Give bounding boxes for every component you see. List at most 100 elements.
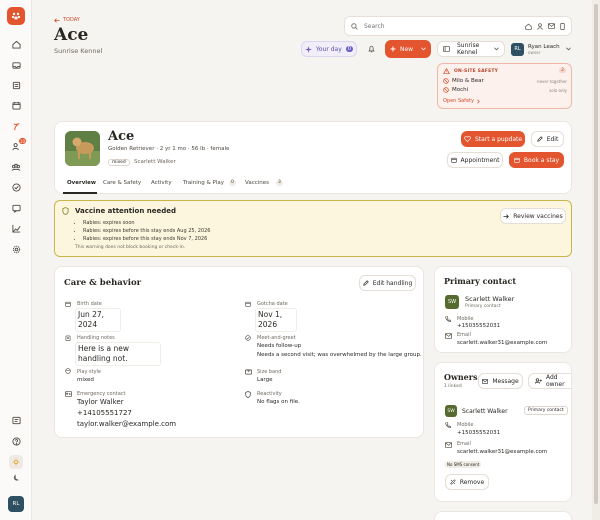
sidebar-item-help[interactable] — [9, 434, 23, 448]
sidebar-item-list[interactable] — [9, 78, 23, 92]
mail-icon — [445, 442, 452, 448]
sidebar-item-checks[interactable] — [9, 180, 23, 194]
vaccine-alert-title: Vaccine attention needed — [75, 207, 176, 215]
message-label: Message — [492, 377, 519, 385]
start-pupdate-label: Start a pupdate — [474, 135, 523, 143]
primary-email[interactable]: scarlett.walker31@example.com — [457, 340, 547, 346]
list-item: Rabies: expires before this stay ends No… — [83, 235, 210, 243]
back-link[interactable]: TODAY — [54, 17, 80, 23]
mail-icon[interactable] — [548, 23, 555, 29]
page-subtitle: Sunrise Kennel — [54, 47, 103, 55]
safety-panel: ON-SITE SAFETY 2 Milo & Bear never toget… — [437, 63, 572, 109]
sparkle-icon — [305, 45, 313, 53]
sidebar-item-home[interactable] — [9, 37, 23, 51]
plus-icon — [390, 46, 396, 52]
add-owner-label: Add owner — [546, 374, 565, 388]
sidebar-item-messages[interactable] — [9, 201, 23, 215]
sidebar-user-avatar[interactable]: RL — [8, 496, 24, 512]
phone-icon[interactable] — [560, 22, 565, 30]
owners-card: Owners 1 linked Message Add owner SW Sca… — [434, 362, 572, 502]
tab-training-play[interactable]: Training & Play 0 — [183, 180, 236, 186]
primary-contact-name[interactable]: Scarlett Walker — [465, 295, 514, 303]
sidebar-badge: 10 — [19, 138, 26, 144]
sidebar-item-pets[interactable] — [9, 119, 23, 133]
remove-owner-button[interactable]: Remove — [445, 474, 489, 490]
tab-label: Care & Safety — [103, 180, 142, 186]
home-icon[interactable] — [525, 23, 532, 30]
field-label: Meet-and-greet — [257, 335, 296, 341]
field-label: Email — [457, 441, 471, 447]
owner-name[interactable]: Scarlett Walker — [462, 408, 508, 415]
notifications-button[interactable] — [362, 41, 380, 57]
review-vaccines-button[interactable]: Review vaccines — [500, 208, 566, 224]
sidebar-item-reports[interactable] — [9, 221, 23, 235]
contact-card-icon — [65, 391, 72, 397]
tab-vaccines[interactable]: Vaccines 3 — [245, 180, 283, 186]
owner-mobile[interactable]: +15035552031 — [457, 430, 500, 436]
safety-item-name: Mochi — [452, 87, 469, 93]
emergency-phone[interactable]: +14105551727 — [77, 409, 132, 417]
open-safety-link[interactable]: Open Safety — [443, 98, 480, 104]
pet-owner[interactable]: Scarlett Walker — [134, 159, 176, 165]
sidebar: 10 RL — [0, 0, 32, 520]
book-stay-button[interactable]: Book a stay — [509, 152, 564, 168]
safety-item-note: never together — [537, 78, 567, 84]
sidebar-item-theme-light[interactable] — [9, 455, 23, 469]
add-owner-button[interactable]: Add owner — [528, 373, 571, 389]
heart-icon — [464, 136, 471, 142]
primary-contact-card: Primary contact SW Scarlett Walker Prima… — [434, 266, 572, 353]
size-band-value: Large — [257, 377, 273, 383]
brand-logo[interactable] — [7, 7, 25, 25]
location-select[interactable]: Sunrise Kennel — [437, 41, 505, 57]
edit-handling-button[interactable]: Edit handling — [359, 275, 416, 291]
open-safety-label: Open Safety — [443, 98, 474, 104]
handling-notes-field[interactable]: Here is a new handling not. — [75, 342, 161, 366]
pet-name: Ace — [108, 129, 135, 144]
arrow-right-icon — [503, 213, 510, 219]
safety-header: ON-SITE SAFETY — [443, 68, 498, 74]
safety-item[interactable]: Milo & Bear never together — [443, 78, 567, 84]
gotcha-date-field[interactable]: Nov 1, 2026 — [255, 308, 297, 332]
unlink-icon — [450, 479, 456, 485]
sidebar-item-inbox[interactable] — [9, 58, 23, 72]
birth-date-field[interactable]: Jun 27, 2024 — [75, 308, 121, 332]
sidebar-item-calendar[interactable] — [9, 98, 23, 112]
edit-profile-button[interactable]: Edit — [531, 131, 564, 147]
tab-care-safety[interactable]: Care & Safety — [103, 180, 141, 186]
owner-email[interactable]: scarlett.walker31@example.com — [457, 449, 547, 455]
user-menu[interactable]: RL Ryan Leach owner — [511, 40, 571, 58]
sidebar-item-theme-dark[interactable] — [9, 471, 23, 485]
sidebar-item-settings[interactable] — [9, 242, 23, 256]
user-role: owner — [528, 49, 541, 55]
meet-status: Needs follow-up — [257, 343, 302, 349]
sidebar-item-team[interactable] — [9, 160, 23, 174]
primary-contact-badge: Primary contact — [524, 406, 568, 415]
scrollbar-thumb[interactable] — [594, 4, 598, 504]
emergency-email[interactable]: taylor.walker@example.com — [77, 420, 176, 428]
building-icon — [443, 46, 450, 52]
sidebar-item-shortcuts[interactable] — [9, 413, 23, 427]
your-day-button[interactable]: Your day 0 — [301, 41, 357, 57]
search-input[interactable] — [364, 22, 514, 30]
phone-icon — [445, 316, 451, 322]
new-button-label: New — [399, 45, 414, 53]
tab-activity[interactable]: Activity — [151, 180, 172, 186]
safety-count: 2 — [559, 68, 566, 73]
search-bar[interactable] — [344, 16, 572, 36]
appointment-button[interactable]: Appointment — [447, 152, 503, 168]
safety-item[interactable]: Mochi solo only — [443, 87, 567, 93]
shield-icon — [245, 391, 251, 398]
add-person-icon — [535, 378, 542, 384]
phone-icon — [445, 422, 451, 428]
new-button[interactable]: New — [385, 40, 431, 58]
pencil-icon — [363, 280, 369, 286]
person-icon[interactable] — [537, 22, 543, 30]
message-button[interactable]: Message — [478, 373, 523, 389]
primary-mobile[interactable]: +15035552031 — [457, 323, 500, 329]
start-pupdate-button[interactable]: Start a pupdate — [461, 131, 525, 147]
scrollbar[interactable] — [592, 0, 600, 520]
ban-icon — [443, 87, 449, 93]
tab-overview[interactable]: Overview — [67, 180, 96, 186]
care-behavior-card: Care & behavior Edit handling Birth date… — [54, 266, 424, 438]
emergency-name: Taylor Walker — [77, 398, 124, 406]
